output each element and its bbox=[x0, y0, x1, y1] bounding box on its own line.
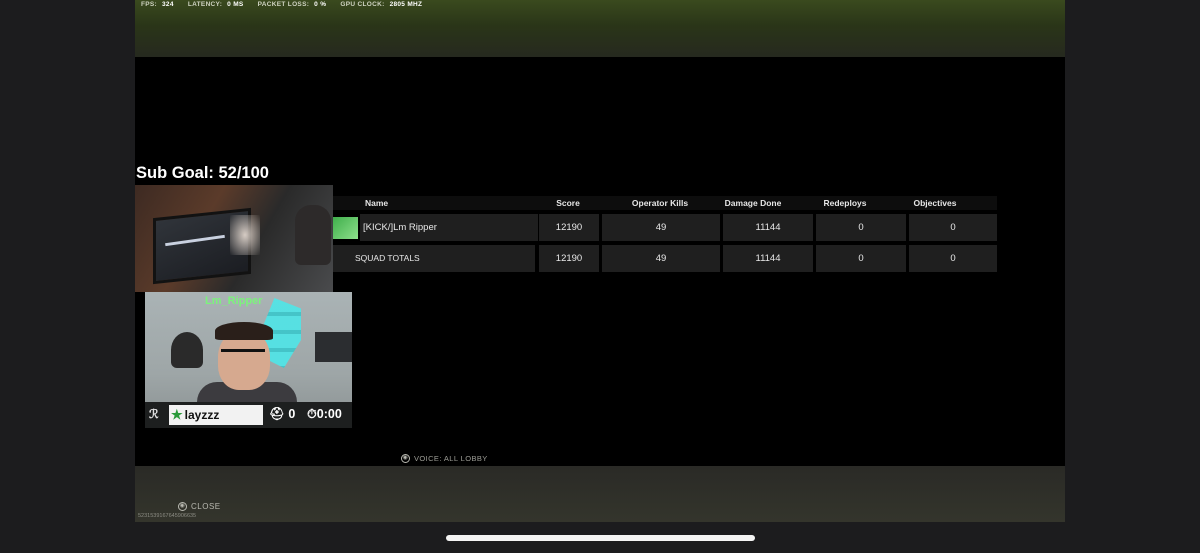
latency-value: 0 MS bbox=[227, 1, 244, 8]
controller-b-button-icon: ◉ bbox=[178, 502, 187, 511]
player-redeploys: 0 bbox=[816, 214, 906, 241]
stream-hud: ℛ ★ layzzz ⛑ 0 ⏱0:00 bbox=[145, 402, 352, 428]
squad-kills: 49 bbox=[602, 245, 720, 272]
latency-label: LATENCY: bbox=[187, 1, 223, 8]
gamertag: layzzz bbox=[184, 408, 220, 422]
hud-timer-value: 0:00 bbox=[316, 407, 342, 421]
header-name: Name bbox=[365, 198, 389, 208]
neon-sign: Lm_Ripper bbox=[205, 295, 263, 307]
game-screen: FPS: 324 LATENCY: 0 MS PACKET LOSS: 0 % GPU… bbox=[135, 0, 1065, 522]
wall-poster bbox=[315, 332, 352, 362]
voice-label: VOICE: ALL LOBBY bbox=[414, 454, 488, 463]
close-button[interactable]: ◉ CLOSE bbox=[178, 502, 221, 511]
stopwatch-icon: ⏱ bbox=[307, 407, 317, 421]
scoreboard: Name Score Operator Kills Damage Done Re… bbox=[333, 196, 997, 272]
squad-totals-label: SQUAD TOTALS bbox=[333, 245, 535, 272]
packet-loss-label: PACKET LOSS: bbox=[257, 1, 310, 8]
helmet-icon: ⛑ bbox=[269, 407, 285, 421]
streamer-face-camera: Lm_Ripper ℛ ★ layzzz ⛑ 0 ⏱0:00 bbox=[145, 292, 352, 428]
header-objectives: Objectives bbox=[913, 198, 957, 208]
header-damage-done: Damage Done bbox=[724, 198, 782, 208]
hud-count: ⛑ 0 bbox=[269, 407, 295, 422]
glasses-icon bbox=[221, 349, 265, 364]
fps-label: FPS: bbox=[141, 1, 158, 8]
streamer-logo-icon: ℛ bbox=[149, 407, 159, 421]
sub-goal-overlay: Sub Goal: 52/100 bbox=[136, 164, 269, 182]
player-damage: 11144 bbox=[723, 214, 813, 241]
player-emblem-icon bbox=[333, 217, 358, 239]
player-score: 12190 bbox=[539, 214, 599, 241]
match-id: 5231539167645906635 bbox=[138, 513, 197, 519]
gamertag-box: ★ layzzz bbox=[169, 405, 263, 425]
bottom-bar: ◉ CLOSE 5231539167645906635 bbox=[135, 466, 1065, 522]
squad-totals-row: SQUAD TOTALS 12190 49 11144 0 0 bbox=[333, 245, 997, 272]
player-name: [KICK/]Lm Ripper bbox=[360, 214, 538, 241]
gpu-clock-label: GPU CLOCK: bbox=[340, 1, 385, 8]
player-objectives: 0 bbox=[909, 214, 997, 241]
streamer-hair bbox=[215, 322, 273, 340]
voice-indicator[interactable]: ◉ VOICE: ALL LOBBY bbox=[401, 454, 488, 463]
squad-redeploys: 0 bbox=[816, 245, 906, 272]
squad-damage: 11144 bbox=[723, 245, 813, 272]
star-icon: ★ bbox=[171, 407, 183, 422]
top-bar: FPS: 324 LATENCY: 0 MS PACKET LOSS: 0 % GPU… bbox=[135, 0, 1065, 57]
close-label: CLOSE bbox=[191, 502, 221, 511]
packet-loss-value: 0 % bbox=[314, 1, 327, 8]
gpu-clock-value: 2805 MHZ bbox=[389, 1, 423, 8]
lamp-glow bbox=[230, 215, 260, 255]
home-indicator[interactable] bbox=[446, 535, 755, 541]
squad-objectives: 0 bbox=[909, 245, 997, 272]
header-operator-kills: Operator Kills bbox=[631, 198, 689, 208]
fps-value: 324 bbox=[162, 1, 174, 8]
header-redeploys: Redeploys bbox=[823, 198, 867, 208]
logo-poster bbox=[171, 332, 203, 368]
hud-count-value: 0 bbox=[288, 407, 296, 421]
player-kills: 49 bbox=[602, 214, 720, 241]
hud-timer: ⏱0:00 bbox=[307, 407, 342, 422]
performance-stats: FPS: 324 LATENCY: 0 MS PACKET LOSS: 0 % GPU… bbox=[141, 1, 434, 8]
scoreboard-header: Name Score Operator Kills Damage Done Re… bbox=[333, 196, 997, 210]
controller-button-icon: ◉ bbox=[401, 454, 410, 463]
squad-score: 12190 bbox=[539, 245, 599, 272]
person-silhouette bbox=[295, 205, 331, 265]
header-score: Score bbox=[556, 198, 580, 208]
player-row[interactable]: [KICK/]Lm Ripper 12190 49 11144 0 0 bbox=[333, 214, 997, 241]
streamer-room-camera bbox=[135, 185, 333, 292]
